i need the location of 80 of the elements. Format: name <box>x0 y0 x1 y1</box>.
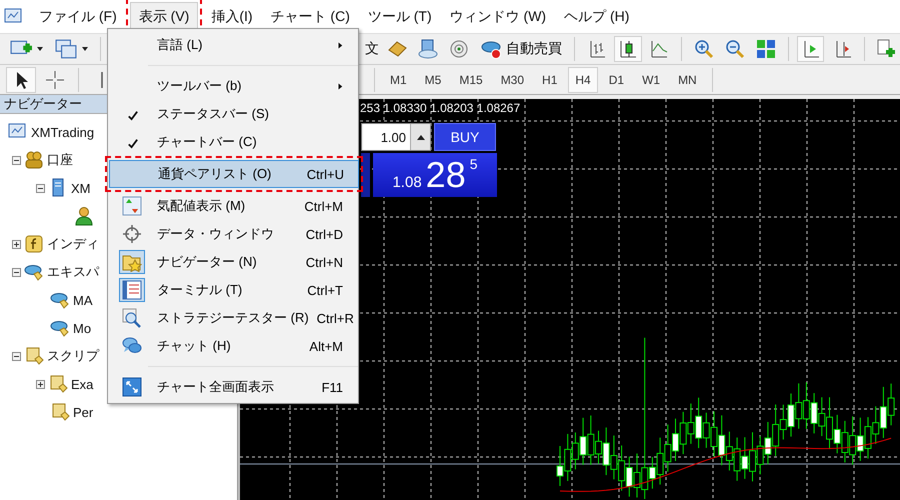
server-icon <box>418 39 438 59</box>
people-icon <box>24 150 44 170</box>
menu-bar-item[interactable]: ファイル (F) <box>30 2 126 32</box>
hat-icon <box>50 318 70 338</box>
chat-bubbles-icon <box>122 336 142 356</box>
function-icon <box>24 234 44 254</box>
timeframe-button[interactable]: H4 <box>568 66 598 92</box>
zoom-in-icon <box>694 39 714 59</box>
crosshair-icon <box>45 70 65 90</box>
timeframe-button[interactable]: D1 <box>602 66 632 92</box>
person-icon <box>74 206 94 226</box>
menu-bar-item[interactable]: ヘルプ (H) <box>555 2 638 32</box>
buy-button[interactable]: BUY <box>434 123 496 151</box>
menu-item[interactable]: 言語 (L) <box>108 31 358 59</box>
menu-item[interactable]: 通貨ペアリスト (O) Ctrl+U <box>109 160 359 188</box>
hat-icon <box>50 290 70 310</box>
tree-item[interactable]: XM <box>71 180 90 196</box>
menu-bar-item[interactable]: ウィンドウ (W) <box>440 2 556 32</box>
zoom-out-icon <box>725 39 746 59</box>
expand-toggle[interactable] <box>36 380 45 388</box>
signal-icon <box>449 39 470 59</box>
tree-item[interactable]: Per <box>73 404 94 420</box>
collapse-toggle[interactable] <box>12 268 21 276</box>
line-chart-icon <box>649 39 670 59</box>
submenu-arrow-icon <box>337 82 343 90</box>
tree-item[interactable]: MA <box>73 292 92 308</box>
collapse-toggle[interactable] <box>36 184 45 192</box>
menu-item[interactable]: ターミナル (T) Ctrl+T <box>108 276 358 304</box>
lot-size-field[interactable]: 1.00 <box>361 123 431 151</box>
scroll-icon <box>48 374 68 394</box>
timeframe-button[interactable]: M30 <box>494 66 532 92</box>
increment-button[interactable] <box>410 124 430 150</box>
menu-bar-item[interactable]: ツール (T) <box>358 2 441 32</box>
new-document-icon <box>876 39 896 59</box>
toolbar-button[interactable] <box>797 36 824 62</box>
tree-item[interactable]: スクリプ <box>47 347 99 365</box>
crosshair-icon <box>122 224 142 244</box>
menu-item[interactable]: チャット (H) Alt+M <box>108 332 358 360</box>
timeframe-button[interactable]: W1 <box>635 66 668 92</box>
tile-windows-icon <box>756 39 776 59</box>
book-icon <box>386 39 407 59</box>
scroll-icon <box>50 402 70 422</box>
menu-bar-item[interactable]: 挿入(I) <box>202 2 262 32</box>
list-window-icon <box>122 280 142 300</box>
tree-item[interactable]: Mo <box>73 320 92 336</box>
tree-item[interactable]: 口座 <box>47 151 73 169</box>
expand-toggle[interactable] <box>12 240 21 248</box>
tree-item[interactable]: Exa <box>71 376 94 392</box>
tree-item[interactable]: XMTrading <box>31 124 94 140</box>
drawing-tool-button[interactable] <box>6 66 36 92</box>
submenu-arrow-icon <box>337 40 343 50</box>
menu-item[interactable]: ナビゲーター (N) Ctrl+N <box>108 248 358 276</box>
timeframe-button[interactable]: H1 <box>535 66 564 92</box>
fullscreen-icon <box>122 377 142 397</box>
timeframe-button[interactable]: MN <box>671 66 704 92</box>
tree-item[interactable]: エキスパ <box>47 263 99 281</box>
timeframe-button[interactable]: M5 <box>418 66 448 92</box>
windows-icon <box>55 38 77 60</box>
autotrade-button[interactable]: 自動売買 <box>477 36 566 62</box>
magnifier-icon <box>122 308 142 328</box>
collapse-toggle[interactable] <box>12 352 21 360</box>
ohlc-readout: 253 1.08330 1.08203 1.08267 <box>360 101 520 115</box>
menu-item[interactable]: データ・ウィンドウ Ctrl+D <box>108 220 358 248</box>
timeframe-button[interactable]: M15 <box>452 66 490 92</box>
hat-icon <box>24 262 44 282</box>
collapse-toggle[interactable] <box>12 156 21 164</box>
menu-item[interactable]: チャート全画面表示 F11 <box>108 373 358 401</box>
timeframe-button[interactable]: M1 <box>383 66 414 92</box>
menu-bar-item[interactable]: チャート (C) <box>262 2 359 32</box>
hat-icon <box>481 39 502 59</box>
scroll-icon <box>24 346 44 366</box>
tree-item[interactable]: インディ <box>47 235 99 253</box>
up-down-arrows-icon <box>122 196 142 216</box>
menu-item[interactable]: ストラテジーテスター (R) Ctrl+R <box>108 304 358 332</box>
new-order-label[interactable]: 文 <box>364 40 379 58</box>
vertical-line-icon <box>100 70 104 88</box>
candlestick-icon <box>618 39 638 59</box>
menu-item[interactable]: 気配値表示 (M) Ctrl+M <box>108 192 358 220</box>
menu-item[interactable]: チャートバー (C) <box>108 128 358 156</box>
toolbar-button[interactable] <box>614 36 642 62</box>
